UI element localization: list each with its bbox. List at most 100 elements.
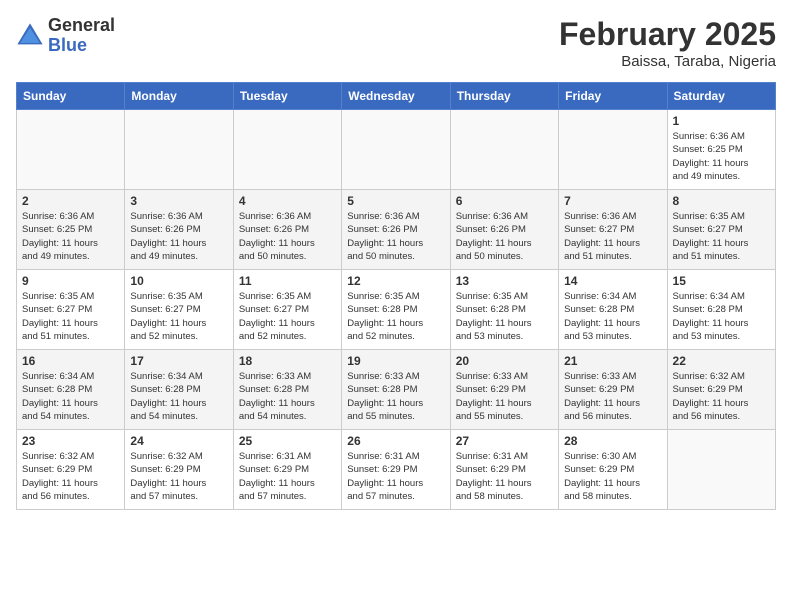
day-number: 28 xyxy=(564,434,661,448)
weekday-header-friday: Friday xyxy=(559,83,667,110)
calendar-cell: 2 Sunrise: 6:36 AM Sunset: 6:25 PM Daylig… xyxy=(17,190,125,270)
day-number: 26 xyxy=(347,434,444,448)
day-number: 24 xyxy=(130,434,227,448)
day-number: 4 xyxy=(239,194,336,208)
day-info: Sunrise: 6:36 AM Sunset: 6:26 PM Dayligh… xyxy=(130,210,227,263)
day-info: Sunrise: 6:36 AM Sunset: 6:27 PM Dayligh… xyxy=(564,210,661,263)
day-info: Sunrise: 6:32 AM Sunset: 6:29 PM Dayligh… xyxy=(130,450,227,503)
calendar-cell: 7Sunrise: 6:36 AM Sunset: 6:27 PM Daylig… xyxy=(559,190,667,270)
day-number: 2 xyxy=(22,194,119,208)
day-info: Sunrise: 6:33 AM Sunset: 6:28 PM Dayligh… xyxy=(239,370,336,423)
calendar-cell xyxy=(342,110,450,190)
calendar-cell xyxy=(559,110,667,190)
calendar-cell: 15 Sunrise: 6:34 AM Sunset: 6:28 PM Dayli… xyxy=(667,270,775,350)
day-number: 20 xyxy=(456,354,553,368)
day-info: Sunrise: 6:31 AM Sunset: 6:29 PM Dayligh… xyxy=(347,450,444,503)
calendar-cell: 1 Sunrise: 6:36 AM Sunset: 6:25 PM Daylig… xyxy=(667,110,775,190)
calendar-cell: 18 Sunrise: 6:33 AM Sunset: 6:28 PM Dayli… xyxy=(233,350,341,430)
day-number: 6 xyxy=(456,194,553,208)
day-info: Sunrise: 6:36 AM Sunset: 6:25 PM Dayligh… xyxy=(673,130,770,183)
day-number: 5 xyxy=(347,194,444,208)
calendar-cell: 10Sunrise: 6:35 AM Sunset: 6:27 PM Dayli… xyxy=(125,270,233,350)
calendar-cell xyxy=(233,110,341,190)
day-number: 17 xyxy=(130,354,227,368)
logo-text: General Blue xyxy=(48,16,115,56)
weekday-header-saturday: Saturday xyxy=(667,83,775,110)
day-info: Sunrise: 6:35 AM Sunset: 6:27 PM Dayligh… xyxy=(130,290,227,343)
day-info: Sunrise: 6:35 AM Sunset: 6:27 PM Dayligh… xyxy=(22,290,119,343)
day-info: Sunrise: 6:35 AM Sunset: 6:28 PM Dayligh… xyxy=(456,290,553,343)
logo: General Blue xyxy=(16,16,115,56)
day-number: 14 xyxy=(564,274,661,288)
day-number: 22 xyxy=(673,354,770,368)
page-header: General Blue February 2025 Baissa, Tarab… xyxy=(16,16,776,70)
day-info: Sunrise: 6:31 AM Sunset: 6:29 PM Dayligh… xyxy=(456,450,553,503)
calendar-cell xyxy=(667,430,775,510)
calendar-cell xyxy=(125,110,233,190)
week-row-5: 23 Sunrise: 6:32 AM Sunset: 6:29 PM Dayli… xyxy=(17,430,776,510)
calendar-table: SundayMondayTuesdayWednesdayThursdayFrid… xyxy=(16,82,776,510)
day-info: Sunrise: 6:36 AM Sunset: 6:26 PM Dayligh… xyxy=(347,210,444,263)
day-info: Sunrise: 6:32 AM Sunset: 6:29 PM Dayligh… xyxy=(22,450,119,503)
location: Baissa, Taraba, Nigeria xyxy=(559,53,776,70)
day-info: Sunrise: 6:32 AM Sunset: 6:29 PM Dayligh… xyxy=(673,370,770,423)
day-number: 8 xyxy=(673,194,770,208)
day-info: Sunrise: 6:31 AM Sunset: 6:29 PM Dayligh… xyxy=(239,450,336,503)
day-info: Sunrise: 6:34 AM Sunset: 6:28 PM Dayligh… xyxy=(130,370,227,423)
calendar-cell: 24 Sunrise: 6:32 AM Sunset: 6:29 PM Dayli… xyxy=(125,430,233,510)
calendar-cell: 17 Sunrise: 6:34 AM Sunset: 6:28 PM Dayli… xyxy=(125,350,233,430)
day-number: 15 xyxy=(673,274,770,288)
day-info: Sunrise: 6:35 AM Sunset: 6:27 PM Dayligh… xyxy=(239,290,336,343)
day-number: 18 xyxy=(239,354,336,368)
day-number: 25 xyxy=(239,434,336,448)
day-number: 3 xyxy=(130,194,227,208)
calendar-cell: 20 Sunrise: 6:33 AM Sunset: 6:29 PM Dayli… xyxy=(450,350,558,430)
day-info: Sunrise: 6:33 AM Sunset: 6:29 PM Dayligh… xyxy=(456,370,553,423)
calendar-cell: 27 Sunrise: 6:31 AM Sunset: 6:29 PM Dayli… xyxy=(450,430,558,510)
calendar-cell: 5 Sunrise: 6:36 AM Sunset: 6:26 PM Daylig… xyxy=(342,190,450,270)
calendar-cell: 22 Sunrise: 6:32 AM Sunset: 6:29 PM Dayli… xyxy=(667,350,775,430)
calendar-cell: 21Sunrise: 6:33 AM Sunset: 6:29 PM Dayli… xyxy=(559,350,667,430)
calendar-cell: 25 Sunrise: 6:31 AM Sunset: 6:29 PM Dayli… xyxy=(233,430,341,510)
weekday-header-tuesday: Tuesday xyxy=(233,83,341,110)
logo-blue: Blue xyxy=(48,36,115,56)
calendar-cell: 8 Sunrise: 6:35 AM Sunset: 6:27 PM Daylig… xyxy=(667,190,775,270)
logo-icon xyxy=(16,22,44,50)
day-info: Sunrise: 6:34 AM Sunset: 6:28 PM Dayligh… xyxy=(673,290,770,343)
calendar-cell: 9Sunrise: 6:35 AM Sunset: 6:27 PM Daylig… xyxy=(17,270,125,350)
day-number: 16 xyxy=(22,354,119,368)
day-number: 27 xyxy=(456,434,553,448)
week-row-1: 1 Sunrise: 6:36 AM Sunset: 6:25 PM Daylig… xyxy=(17,110,776,190)
week-row-4: 16 Sunrise: 6:34 AM Sunset: 6:28 PM Dayli… xyxy=(17,350,776,430)
day-number: 11 xyxy=(239,274,336,288)
day-number: 12 xyxy=(347,274,444,288)
calendar-cell xyxy=(17,110,125,190)
weekday-header-wednesday: Wednesday xyxy=(342,83,450,110)
day-info: Sunrise: 6:35 AM Sunset: 6:27 PM Dayligh… xyxy=(673,210,770,263)
day-info: Sunrise: 6:30 AM Sunset: 6:29 PM Dayligh… xyxy=(564,450,661,503)
calendar-cell: 26 Sunrise: 6:31 AM Sunset: 6:29 PM Dayli… xyxy=(342,430,450,510)
day-info: Sunrise: 6:36 AM Sunset: 6:26 PM Dayligh… xyxy=(456,210,553,263)
day-info: Sunrise: 6:35 AM Sunset: 6:28 PM Dayligh… xyxy=(347,290,444,343)
calendar-cell: 13Sunrise: 6:35 AM Sunset: 6:28 PM Dayli… xyxy=(450,270,558,350)
day-number: 1 xyxy=(673,114,770,128)
day-info: Sunrise: 6:36 AM Sunset: 6:25 PM Dayligh… xyxy=(22,210,119,263)
weekday-header-monday: Monday xyxy=(125,83,233,110)
day-info: Sunrise: 6:36 AM Sunset: 6:26 PM Dayligh… xyxy=(239,210,336,263)
calendar-cell: 6 Sunrise: 6:36 AM Sunset: 6:26 PM Daylig… xyxy=(450,190,558,270)
logo-general: General xyxy=(48,16,115,36)
day-info: Sunrise: 6:34 AM Sunset: 6:28 PM Dayligh… xyxy=(564,290,661,343)
calendar-cell: 19Sunrise: 6:33 AM Sunset: 6:28 PM Dayli… xyxy=(342,350,450,430)
day-info: Sunrise: 6:33 AM Sunset: 6:29 PM Dayligh… xyxy=(564,370,661,423)
day-number: 23 xyxy=(22,434,119,448)
calendar-cell: 23 Sunrise: 6:32 AM Sunset: 6:29 PM Dayli… xyxy=(17,430,125,510)
calendar-cell: 16 Sunrise: 6:34 AM Sunset: 6:28 PM Dayli… xyxy=(17,350,125,430)
weekday-header-thursday: Thursday xyxy=(450,83,558,110)
title-block: February 2025 Baissa, Taraba, Nigeria xyxy=(559,16,776,70)
week-row-3: 9Sunrise: 6:35 AM Sunset: 6:27 PM Daylig… xyxy=(17,270,776,350)
calendar-cell: 14 Sunrise: 6:34 AM Sunset: 6:28 PM Dayli… xyxy=(559,270,667,350)
day-info: Sunrise: 6:34 AM Sunset: 6:28 PM Dayligh… xyxy=(22,370,119,423)
calendar-cell: 28 Sunrise: 6:30 AM Sunset: 6:29 PM Dayli… xyxy=(559,430,667,510)
month-title: February 2025 xyxy=(559,16,776,53)
weekday-header-sunday: Sunday xyxy=(17,83,125,110)
